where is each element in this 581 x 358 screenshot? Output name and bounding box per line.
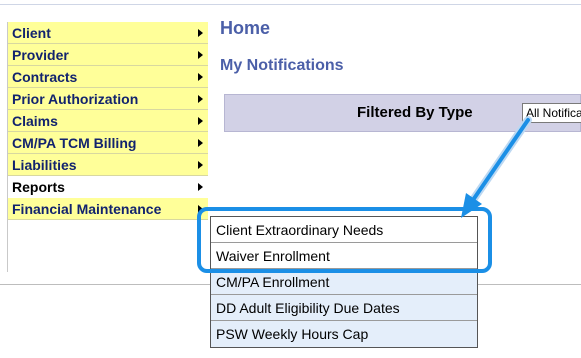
submenu-arrow-icon (198, 117, 203, 125)
submenu-arrow-icon (198, 161, 203, 169)
main-menu: Client Provider Contracts Prior Authoriz… (8, 22, 208, 220)
menu-item-claims[interactable]: Claims (8, 110, 208, 132)
window-top-edge (0, 0, 581, 5)
menu-item-liabilities[interactable]: Liabilities (8, 154, 208, 176)
submenu-arrow-icon (198, 205, 203, 213)
filter-bar: Filtered By Type All Notifications (224, 94, 581, 132)
menu-item-label: Reports (12, 179, 65, 195)
submenu-item-waiver-enrollment[interactable]: Waiver Enrollment (211, 243, 477, 269)
menu-item-financial-maintenance[interactable]: Financial Maintenance (8, 198, 208, 220)
submenu-item-client-extraordinary-needs[interactable]: Client Extraordinary Needs (211, 217, 477, 243)
submenu-arrow-icon (198, 95, 203, 103)
submenu-arrow-icon (198, 51, 203, 59)
submenu-item-dd-adult-eligibility-due-dates[interactable]: DD Adult Eligibility Due Dates (211, 295, 477, 321)
menu-item-label: Financial Maintenance (12, 201, 162, 217)
menu-item-label: Prior Authorization (12, 91, 139, 107)
menu-item-contracts[interactable]: Contracts (8, 66, 208, 88)
menu-item-prior-authorization[interactable]: Prior Authorization (8, 88, 208, 110)
notification-type-select[interactable]: All Notifications (522, 103, 581, 123)
submenu-arrow-icon (198, 29, 203, 37)
menu-item-cmpa-tcm-billing[interactable]: CM/PA TCM Billing (8, 132, 208, 154)
notifications-heading: My Notifications (220, 57, 344, 74)
menu-item-provider[interactable]: Provider (8, 44, 208, 66)
reports-submenu: Client Extraordinary Needs Waiver Enroll… (210, 216, 478, 348)
menu-item-label: Claims (12, 113, 58, 129)
page-title: Home (220, 18, 271, 38)
menu-item-label: Contracts (12, 69, 78, 85)
menu-item-client[interactable]: Client (8, 22, 208, 44)
submenu-arrow-icon (198, 73, 203, 81)
menu-item-label: Client (12, 25, 51, 41)
menu-item-label: CM/PA TCM Billing (12, 135, 137, 151)
submenu-item-psw-weekly-hours-cap[interactable]: PSW Weekly Hours Cap (211, 321, 477, 347)
submenu-item-cmpa-enrollment[interactable]: CM/PA Enrollment (211, 269, 477, 295)
menu-item-reports[interactable]: Reports (8, 176, 208, 198)
filter-label: Filtered By Type (357, 104, 473, 121)
submenu-arrow-icon (198, 139, 203, 147)
menu-item-label: Liabilities (12, 157, 77, 173)
menu-item-label: Provider (12, 47, 69, 63)
submenu-arrow-icon (198, 183, 203, 191)
